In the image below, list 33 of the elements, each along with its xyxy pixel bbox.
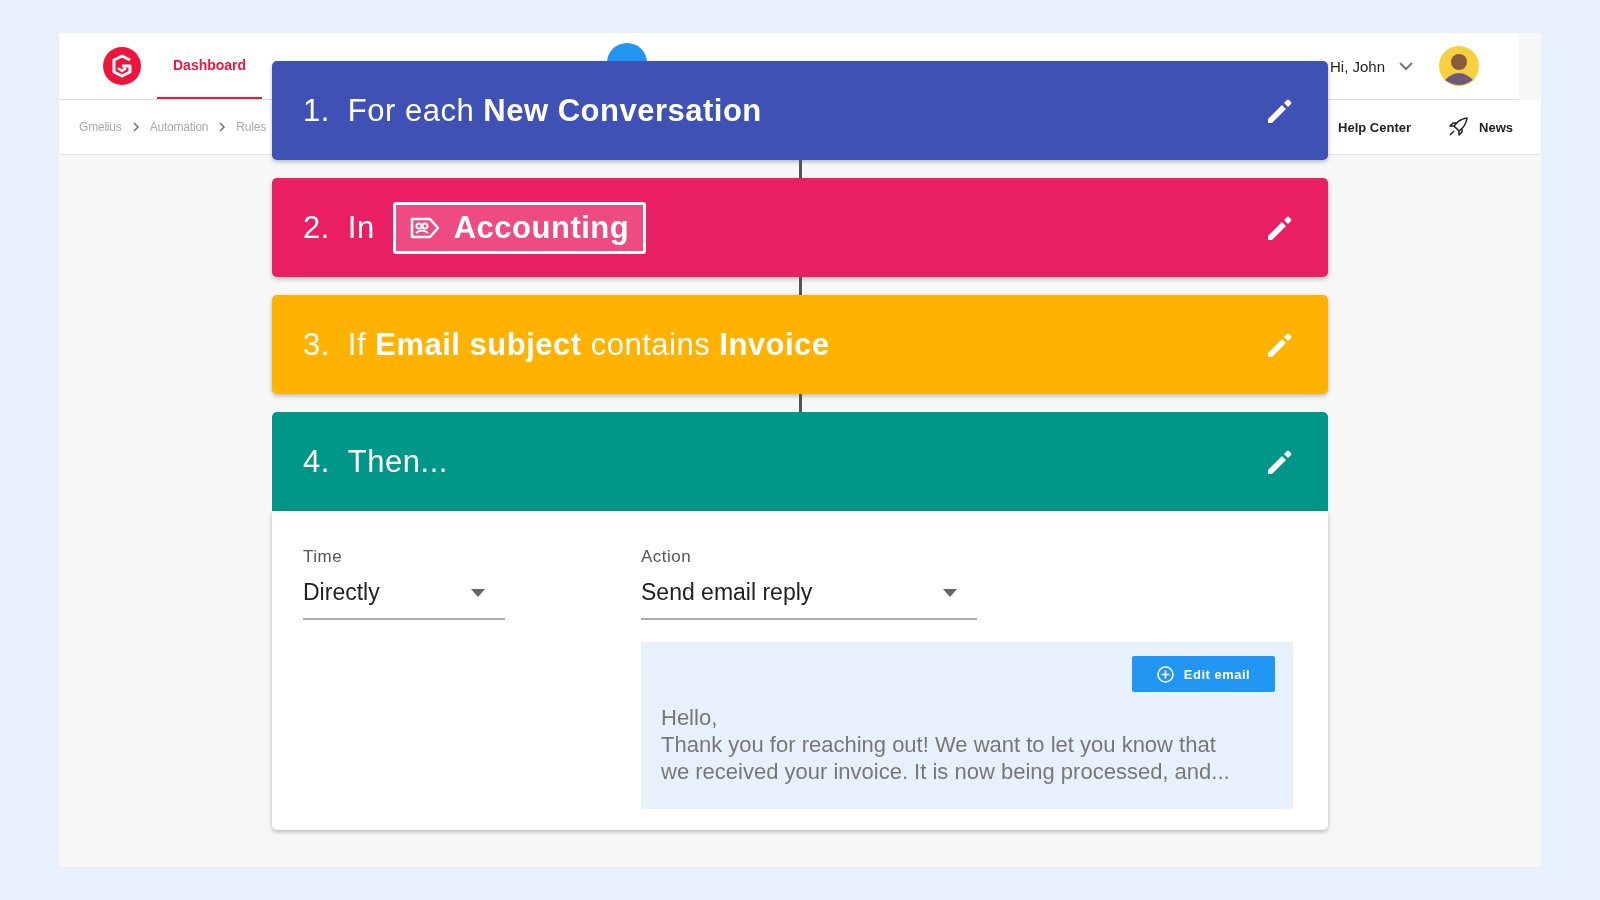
step-number: 1. <box>303 92 330 129</box>
edit-email-button[interactable]: Edit email <box>1132 656 1275 692</box>
breadcrumb-link[interactable]: Gmelius <box>79 120 122 134</box>
label-chip[interactable]: Accounting <box>392 201 647 254</box>
step-text: For each New Conversation <box>347 92 762 129</box>
dropdown[interactable]: Directly <box>303 575 505 620</box>
step-number: 2. <box>303 209 330 246</box>
chevron-right-icon <box>218 122 227 132</box>
caret-icon <box>943 588 957 597</box>
plus-circle-icon <box>1156 665 1174 683</box>
add-button[interactable] <box>607 43 648 61</box>
breadcrumb-link[interactable]: Automation <box>149 120 209 134</box>
field-label: Time <box>303 547 344 567</box>
email-text: Hello, <box>661 704 719 731</box>
chevron-right-icon <box>131 122 140 132</box>
field-label: Action <box>641 547 693 567</box>
breadcrumb-link[interactable]: Rules <box>236 120 267 134</box>
logo-icon[interactable] <box>103 47 141 85</box>
header-link[interactable]: Help Center <box>1338 119 1412 135</box>
email-text: Thank you for reaching out! We want to let you know that we received your invoice. It is now being processed, and... <box>661 731 1231 785</box>
avatar[interactable] <box>1439 46 1479 86</box>
step-text: Then... <box>347 443 448 480</box>
step-text: In <box>347 209 375 246</box>
step-text: If Email subject contains Invoice <box>347 326 830 363</box>
label-icon <box>409 215 440 240</box>
caret-icon <box>471 588 485 597</box>
dropdown[interactable]: Send email reply <box>641 575 977 620</box>
step-number: 4. <box>303 443 330 480</box>
rocket-icon <box>1447 116 1470 138</box>
user-menu[interactable]: Hi, John <box>1329 57 1413 75</box>
chevron-down-icon <box>1399 61 1413 71</box>
step-number: 3. <box>303 326 330 363</box>
header-link[interactable]: News <box>1447 116 1513 138</box>
